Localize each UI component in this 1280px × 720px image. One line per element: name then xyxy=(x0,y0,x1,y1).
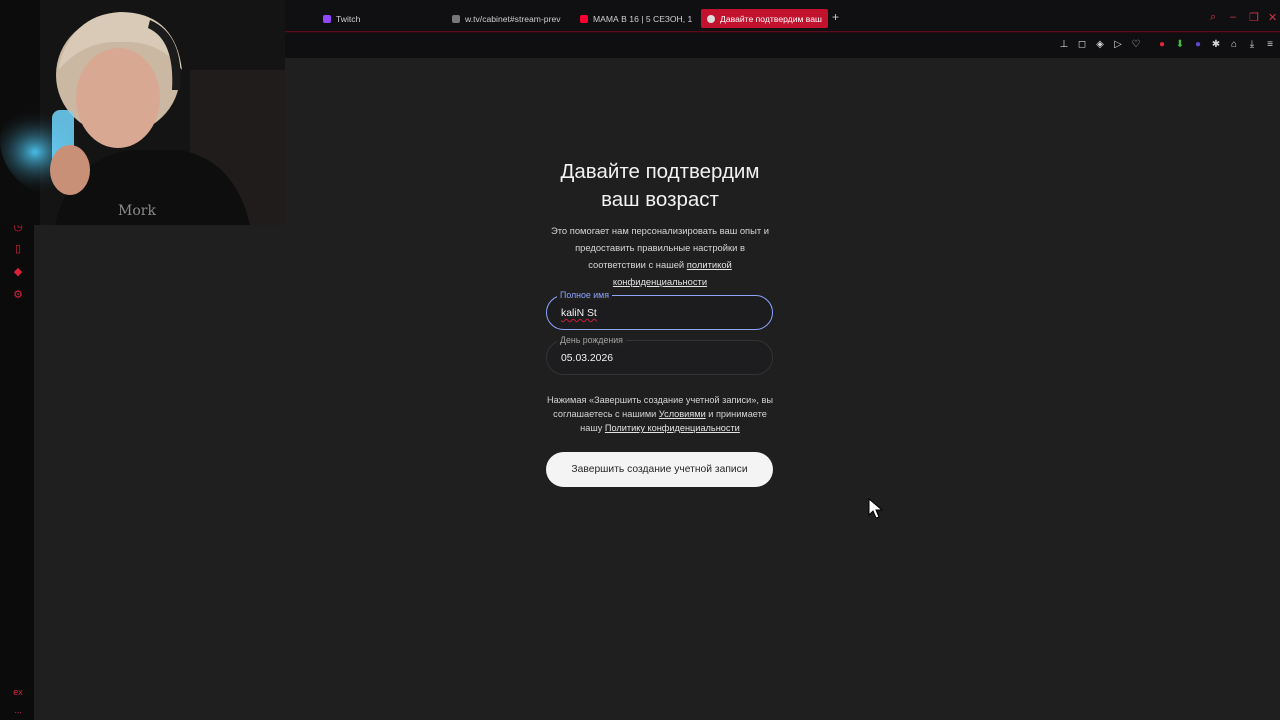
extension-red-icon[interactable]: ● xyxy=(1156,39,1168,51)
search-tabs-icon[interactable]: ⌕ xyxy=(1210,11,1216,24)
close-icon[interactable]: ✕ xyxy=(1268,11,1277,24)
page-title: Давайте подтвердим ваш возраст xyxy=(560,160,760,211)
privacy-link[interactable]: Политику конфиденциальности xyxy=(605,423,740,433)
youtube-icon xyxy=(580,14,588,23)
snapshot-icon[interactable]: ◻ xyxy=(1076,39,1088,51)
settings-icon[interactable]: ⚙ xyxy=(12,289,24,301)
account-icon[interactable]: ⌂ xyxy=(1228,39,1240,51)
page-subtitle: Это помогает нам персонализировать ваш о… xyxy=(546,222,774,290)
tab-twitch[interactable]: Twitch xyxy=(323,9,443,28)
more-icon[interactable]: ... xyxy=(12,704,24,716)
tab-label: Давайте подтвердим ваш xyxy=(720,13,822,24)
age-verification-card: Давайте подтвердим ваш возраст Это помог… xyxy=(546,158,774,487)
full-name-field[interactable]: Полное имя kaliN St xyxy=(546,290,773,330)
full-name-value[interactable]: kaliN St xyxy=(561,308,597,319)
puzzle-icon[interactable]: ✱ xyxy=(1210,39,1222,51)
download-icon[interactable]: ⤓ xyxy=(1246,39,1258,51)
maximize-icon[interactable]: ❐ xyxy=(1249,11,1259,24)
play-icon[interactable]: ▷ xyxy=(1112,39,1124,51)
bookmarks-icon[interactable]: ▯ xyxy=(12,243,24,255)
extension-purple-icon[interactable]: ● xyxy=(1192,39,1204,51)
menu-icon[interactable]: ≡ xyxy=(1264,39,1276,51)
site-icon xyxy=(707,14,715,23)
diamond-icon[interactable]: ◆ xyxy=(12,266,24,278)
sidebar-bottom-label[interactable]: ex xyxy=(12,686,24,698)
tab-youtube[interactable]: МАМА В 16 | 5 СЕЗОН, 1 В xyxy=(580,9,692,28)
globe-icon xyxy=(452,14,460,23)
streamer-webcam-image: Mork xyxy=(0,0,285,225)
download-ext-icon[interactable]: ⬇ xyxy=(1174,39,1186,51)
birthday-value[interactable]: 05.03.2026 xyxy=(561,353,613,364)
finish-account-button[interactable]: Завершить создание учетной записи xyxy=(546,452,773,487)
webcam-overlay: Mork xyxy=(0,0,285,225)
birthday-label: День рождения xyxy=(557,335,626,345)
tab-label: w.tv/cabinet#stream-prev xyxy=(465,13,561,24)
heart-icon[interactable]: ♡ xyxy=(1130,39,1142,51)
tab-age-verify[interactable]: Давайте подтвердим ваш xyxy=(701,9,828,28)
shield-icon[interactable]: ◈ xyxy=(1094,39,1106,51)
new-tab-button[interactable]: + xyxy=(832,10,839,24)
tab-label: Twitch xyxy=(336,13,361,24)
tab-cabinet[interactable]: w.tv/cabinet#stream-prev xyxy=(452,9,564,28)
terms-notice: Нажимая «Завершить создание учетной запи… xyxy=(546,393,774,435)
full-name-label: Полное имя xyxy=(557,290,612,300)
mouse-cursor-icon xyxy=(868,498,884,519)
birthday-field[interactable]: День рождения 05.03.2026 xyxy=(546,335,773,375)
twitch-icon xyxy=(323,14,331,23)
svg-text:Mork: Mork xyxy=(118,203,156,219)
terms-link[interactable]: Условиями xyxy=(659,409,706,419)
tab-label: МАМА В 16 | 5 СЕЗОН, 1 В xyxy=(593,13,692,24)
minimize-icon[interactable]: – xyxy=(1230,11,1236,23)
pin-icon[interactable]: ⊥ xyxy=(1058,39,1070,51)
subtitle-text: Это помогает нам персонализировать ваш о… xyxy=(551,225,769,270)
